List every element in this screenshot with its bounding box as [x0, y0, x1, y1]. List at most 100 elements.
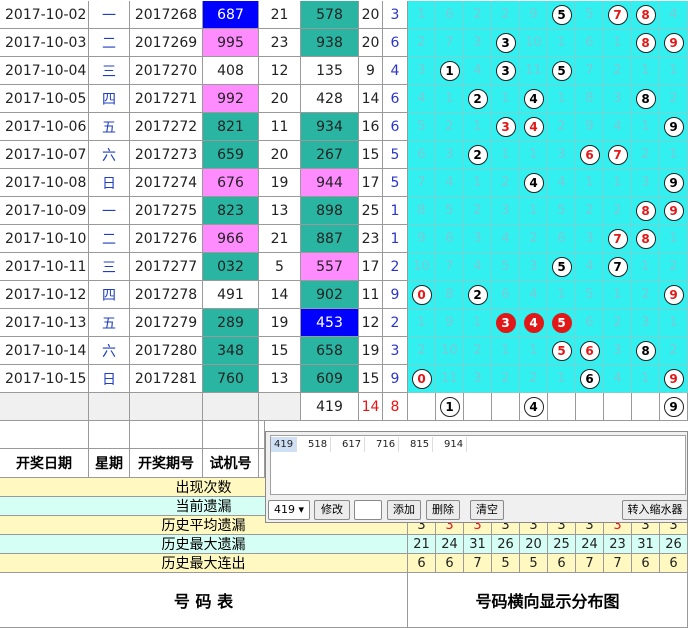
sum-value: 14: [359, 85, 383, 113]
summary-value: 25: [548, 535, 576, 554]
modify-button[interactable]: 修改: [314, 500, 350, 520]
number-input[interactable]: [354, 500, 382, 520]
input-blank: [130, 393, 203, 421]
tail-value: 1: [383, 225, 408, 253]
hit-ball: 4: [523, 396, 544, 417]
hit-ball: 4: [523, 312, 544, 333]
distribution-cell: 3: [492, 57, 520, 85]
distribution-cell: 9: [660, 281, 688, 309]
hit-ball: 8: [635, 4, 656, 25]
weekday: 五: [89, 309, 130, 337]
list-number[interactable]: 617: [339, 437, 366, 452]
distribution-cell: 1: [604, 29, 632, 57]
distribution-cell: 2: [604, 57, 632, 85]
span-value: 19: [259, 309, 301, 337]
distribution-cell: 1: [604, 169, 632, 197]
draw-number: 267: [301, 141, 359, 169]
summary-value: 26: [660, 535, 688, 554]
hit-ball: 3: [495, 116, 516, 137]
input-dist-cell: [492, 393, 520, 421]
clear-button[interactable]: 清空: [470, 500, 504, 520]
draw-date: 2017-10-15: [0, 365, 89, 393]
sum-value: 16: [359, 113, 383, 141]
span-value: 20: [259, 141, 301, 169]
weekday: 一: [89, 197, 130, 225]
input-dist-cell: [408, 393, 436, 421]
distribution-cell: 3: [576, 225, 604, 253]
summary-value: 6: [548, 554, 576, 573]
distribution-cell: 9: [660, 113, 688, 141]
input-dist-cell: [632, 393, 660, 421]
hit-ball: 1: [439, 60, 460, 81]
draw-date: 2017-10-06: [0, 113, 89, 141]
distribution-cell: 3: [464, 225, 492, 253]
distribution-cell: 2: [576, 197, 604, 225]
number-edit-panel: 419 518 617 716 815 914 419 ▾ 修改 添加 删除 清空 转入缩…: [265, 431, 688, 523]
distribution-cell: 7: [436, 29, 464, 57]
distribution-cell: 6: [492, 281, 520, 309]
hit-ball: 5: [551, 4, 572, 25]
list-number[interactable]: 815: [407, 437, 434, 452]
draw-number: 135: [301, 57, 359, 85]
distribution-cell: 7: [604, 141, 632, 169]
sum-value: 25: [359, 197, 383, 225]
distribution-cell: 5: [548, 57, 576, 85]
trial-number: 659: [203, 141, 259, 169]
hit-ball: 9: [663, 172, 684, 193]
hit-ball: 5: [551, 340, 572, 361]
hit-ball: 0: [411, 284, 432, 305]
distribution-cell: 1: [632, 113, 660, 141]
hit-ball: 8: [635, 200, 656, 221]
add-button[interactable]: 添加: [387, 500, 421, 520]
distribution-cell: 4: [604, 365, 632, 393]
distribution-cell: 2: [492, 169, 520, 197]
hit-ball: 5: [551, 312, 572, 333]
transfer-button[interactable]: 转入缩水器: [622, 500, 687, 520]
weekday: 日: [89, 169, 130, 197]
list-number[interactable]: 518: [305, 437, 332, 452]
list-number[interactable]: 914: [441, 437, 468, 452]
span-value: 23: [259, 29, 301, 57]
sum-value: 15: [359, 141, 383, 169]
distribution-cell: 2: [548, 113, 576, 141]
distribution-cell: 3: [436, 141, 464, 169]
hit-ball: 4: [523, 116, 544, 137]
tail-value: 6: [383, 85, 408, 113]
span-value: 19: [259, 169, 301, 197]
number-select[interactable]: 419 ▾: [268, 500, 310, 520]
distribution-cell: 1: [520, 337, 548, 365]
delete-button[interactable]: 删除: [426, 500, 460, 520]
period-number: 2017276: [130, 225, 203, 253]
draw-date: 2017-10-05: [0, 85, 89, 113]
hit-ball: 7: [607, 228, 628, 249]
tail-value: 2: [383, 309, 408, 337]
tail-value: 9: [383, 365, 408, 393]
list-number[interactable]: 419: [271, 437, 298, 452]
tail-value: 9: [383, 281, 408, 309]
draw-number: 944: [301, 169, 359, 197]
input-number[interactable]: 419: [301, 393, 359, 421]
draw-number: 453: [301, 309, 359, 337]
header-period: 开奖期号: [130, 449, 203, 478]
weekday: 日: [89, 365, 130, 393]
distribution-cell: 5: [436, 197, 464, 225]
hit-ball: 8: [635, 228, 656, 249]
summary-value: 21: [408, 535, 436, 554]
sum-value: 11: [359, 281, 383, 309]
weekday: 五: [89, 113, 130, 141]
summary-value: 7: [604, 554, 632, 573]
hit-ball: 1: [439, 396, 460, 417]
number-list[interactable]: 419 518 617 716 815 914: [270, 435, 686, 495]
input-dist-cell: [576, 393, 604, 421]
list-number[interactable]: 716: [373, 437, 400, 452]
weekday: 三: [89, 57, 130, 85]
hit-ball: 8: [635, 340, 656, 361]
weekday: 四: [89, 281, 130, 309]
distribution-cell: 0: [408, 365, 436, 393]
distribution-cell: 1: [520, 197, 548, 225]
period-number: 2017270: [130, 57, 203, 85]
distribution-cell: 5: [548, 1, 576, 29]
draw-number: 557: [301, 253, 359, 281]
distribution-cell: 8: [632, 225, 660, 253]
span-value: 13: [259, 197, 301, 225]
